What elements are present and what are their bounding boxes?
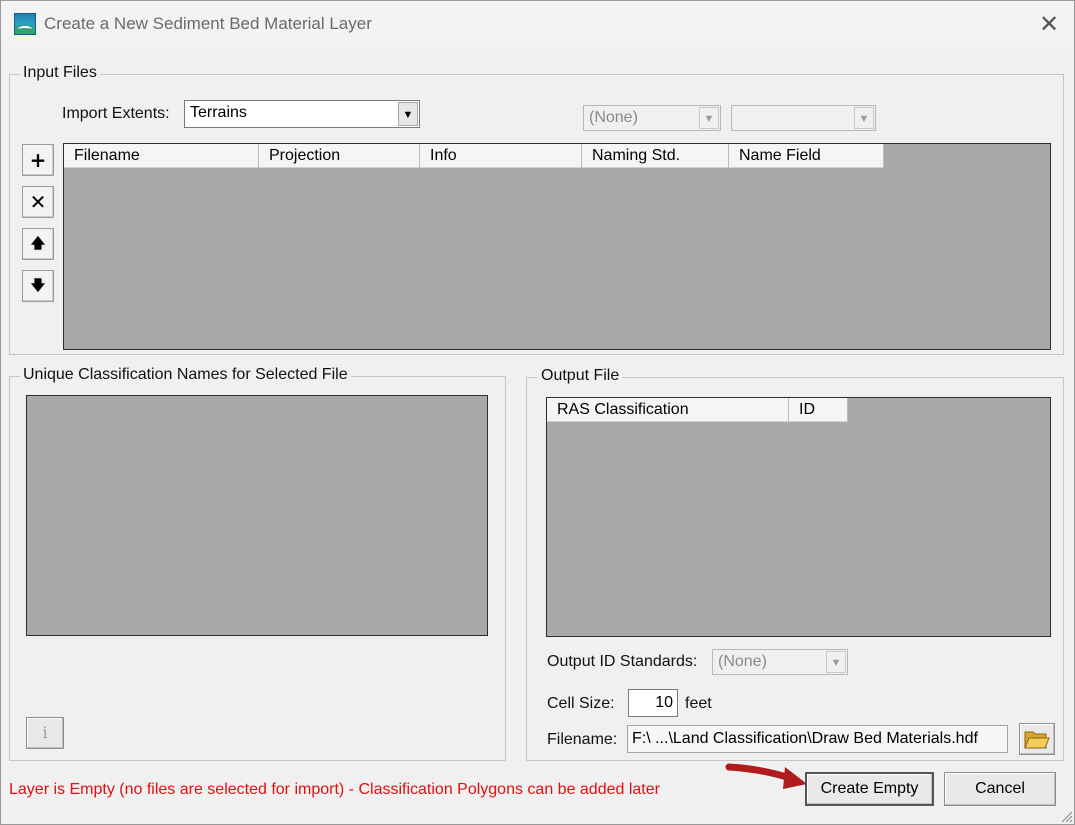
close-icon: ✕ — [29, 190, 47, 214]
naming-standard-value: (None) — [589, 109, 638, 126]
info-button[interactable]: i — [26, 717, 64, 749]
chevron-down-icon[interactable]: ▼ — [398, 102, 418, 126]
window-title: Create a New Sediment Bed Material Layer — [44, 14, 372, 33]
arrow-annotation-icon — [725, 763, 807, 789]
unique-names-list[interactable] — [26, 395, 488, 636]
import-extents-select[interactable]: Terrains ▼ — [184, 100, 420, 128]
name-field-select[interactable]: ▼ — [731, 105, 876, 131]
import-extents-label: Import Extents: — [62, 105, 170, 122]
arrow-down-icon: 🡇 — [30, 278, 46, 294]
title-bar: Create a New Sediment Bed Material Layer… — [1, 1, 1074, 47]
info-icon: i — [42, 723, 48, 742]
chevron-down-icon[interactable]: ▼ — [854, 107, 874, 129]
column-header-projection[interactable]: Projection — [259, 144, 420, 168]
output-filename-field[interactable]: F:\ ...\Land Classification\Draw Bed Mat… — [627, 725, 1008, 753]
dialog-window: Create a New Sediment Bed Material Layer… — [0, 0, 1075, 825]
move-down-button[interactable]: 🡇 — [22, 270, 54, 302]
cancel-button[interactable]: Cancel — [944, 772, 1056, 806]
naming-standard-select[interactable]: (None) ▼ — [583, 105, 721, 131]
chevron-down-icon[interactable]: ▼ — [826, 651, 846, 673]
close-icon[interactable]: ✕ — [1031, 9, 1067, 39]
filename-label: Filename: — [547, 731, 618, 748]
app-icon — [14, 13, 36, 35]
output-id-standards-select[interactable]: (None) ▼ — [712, 649, 848, 675]
browse-folder-button[interactable] — [1019, 723, 1055, 755]
create-empty-button[interactable]: Create Empty — [805, 772, 934, 806]
input-files-group-label: Input Files — [20, 64, 100, 82]
arrow-up-icon: 🡅 — [30, 236, 46, 252]
column-header-filename[interactable]: Filename — [64, 144, 259, 168]
output-id-standards-value: (None) — [718, 653, 767, 670]
cell-size-input[interactable]: 10 — [628, 689, 678, 717]
move-up-button[interactable]: 🡅 — [22, 228, 54, 260]
status-message: Layer is Empty (no files are selected fo… — [9, 781, 660, 798]
column-header-info[interactable]: Info — [420, 144, 582, 168]
folder-open-icon — [1024, 731, 1050, 749]
output-id-standards-label: Output ID Standards: — [547, 653, 698, 670]
unique-names-group-label: Unique Classification Names for Selected… — [20, 366, 351, 384]
output-table-header: RAS Classification ID — [547, 398, 848, 422]
output-file-group-label: Output File — [538, 367, 623, 385]
column-header-id[interactable]: ID — [789, 398, 848, 422]
input-files-table[interactable]: Filename Projection Info Naming Std. Nam… — [63, 143, 1051, 350]
add-file-button[interactable]: + — [22, 144, 54, 176]
import-extents-value: Terrains — [190, 104, 247, 121]
chevron-down-icon[interactable]: ▼ — [699, 107, 719, 129]
resize-grip-icon[interactable] — [1059, 809, 1073, 823]
output-classification-table[interactable]: RAS Classification ID — [546, 397, 1051, 637]
remove-file-button[interactable]: ✕ — [22, 186, 54, 218]
cell-size-label: Cell Size: — [547, 695, 615, 712]
column-header-ras-classification[interactable]: RAS Classification — [547, 398, 789, 422]
plus-icon: + — [29, 148, 47, 172]
input-files-table-header: Filename Projection Info Naming Std. Nam… — [64, 144, 884, 168]
cell-size-units: feet — [685, 695, 712, 712]
column-header-name-field[interactable]: Name Field — [729, 144, 884, 168]
column-header-naming-std[interactable]: Naming Std. — [582, 144, 729, 168]
